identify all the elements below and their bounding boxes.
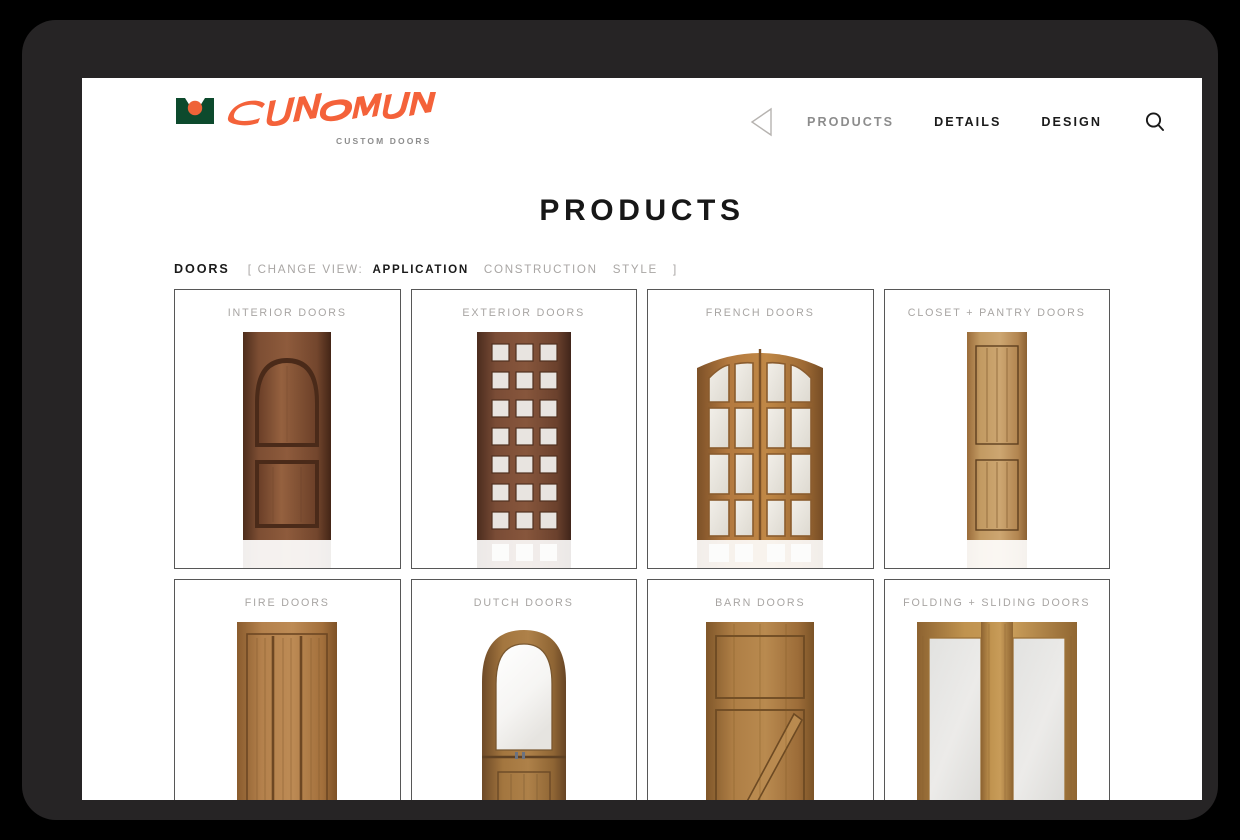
filter-option-construction[interactable]: CONSTRUCTION (484, 263, 598, 276)
product-card-french-doors[interactable]: FRENCH DOORS (647, 289, 874, 569)
product-card-label: FOLDING + SLIDING DOORS (903, 597, 1091, 609)
fire-door-image (175, 622, 400, 800)
folding-sliding-doors-image (885, 622, 1110, 800)
product-grid: INTERIOR DOORS EXTERIOR DOORS FRENCH DOO… (82, 289, 1202, 800)
product-card-label: FIRE DOORS (244, 597, 330, 609)
dutch-door-image (412, 622, 637, 800)
product-card-exterior-doors[interactable]: EXTERIOR DOORS (410, 289, 637, 569)
brand-tagline: CUSTOM DOORS (336, 136, 432, 146)
sun-mountain-logo-mark (176, 98, 214, 124)
filter-bracket-close: ] (672, 263, 678, 276)
sun-mountain-wordmark (227, 92, 436, 126)
browser-viewport: CUSTOM DOORS PRODUCTS DETAILS DESIGN PRO… (82, 78, 1202, 800)
product-card-label: CLOSET + PANTRY DOORS (907, 307, 1086, 319)
nav-link-products[interactable]: PRODUCTS (807, 115, 894, 129)
page-title: PRODUCTS (539, 194, 745, 227)
product-card-label: EXTERIOR DOORS (462, 307, 586, 319)
main-nav: PRODUCTS DETAILS DESIGN (745, 104, 1170, 140)
product-card-label: FRENCH DOORS (705, 307, 815, 319)
device-bezel: CUSTOM DOORS PRODUCTS DETAILS DESIGN PRO… (22, 20, 1218, 820)
site-header: CUSTOM DOORS PRODUCTS DETAILS DESIGN (82, 78, 1202, 164)
product-card-label: DUTCH DOORS (473, 597, 574, 609)
product-card-closet-pantry-doors[interactable]: CLOSET + PANTRY DOORS (883, 289, 1110, 569)
filter-section-label: DOORS (174, 262, 230, 276)
filter-option-application[interactable]: APPLICATION (372, 263, 468, 276)
french-doors-image (648, 332, 873, 568)
brand-logo[interactable]: CUSTOM DOORS (174, 92, 444, 154)
filter-option-style[interactable]: STYLE (613, 263, 658, 276)
product-card-label: BARN DOORS (715, 597, 806, 609)
nav-link-details[interactable]: DETAILS (934, 115, 1001, 129)
nav-link-design[interactable]: DESIGN (1041, 115, 1102, 129)
filter-bracket-open: [ (247, 263, 253, 276)
product-card-barn-doors[interactable]: BARN DOORS (647, 579, 874, 800)
product-card-dutch-doors[interactable]: DUTCH DOORS (410, 579, 637, 800)
filter-prefix-label: CHANGE VIEW: (257, 263, 364, 276)
interior-door-image (175, 332, 400, 568)
exterior-door-image (412, 332, 637, 568)
product-card-folding-sliding-doors[interactable]: FOLDING + SLIDING DOORS (883, 579, 1110, 800)
barn-door-image (648, 622, 873, 800)
back-triangle-icon[interactable] (745, 104, 779, 140)
filter-bar: DOORS [ CHANGE VIEW: APPLICATION CONSTRU… (82, 262, 1202, 276)
product-card-label: INTERIOR DOORS (227, 307, 347, 319)
closet-pantry-door-image (885, 332, 1110, 568)
search-icon[interactable] (1142, 109, 1168, 135)
product-card-fire-doors[interactable]: FIRE DOORS (174, 579, 401, 800)
product-card-interior-doors[interactable]: INTERIOR DOORS (174, 289, 401, 569)
